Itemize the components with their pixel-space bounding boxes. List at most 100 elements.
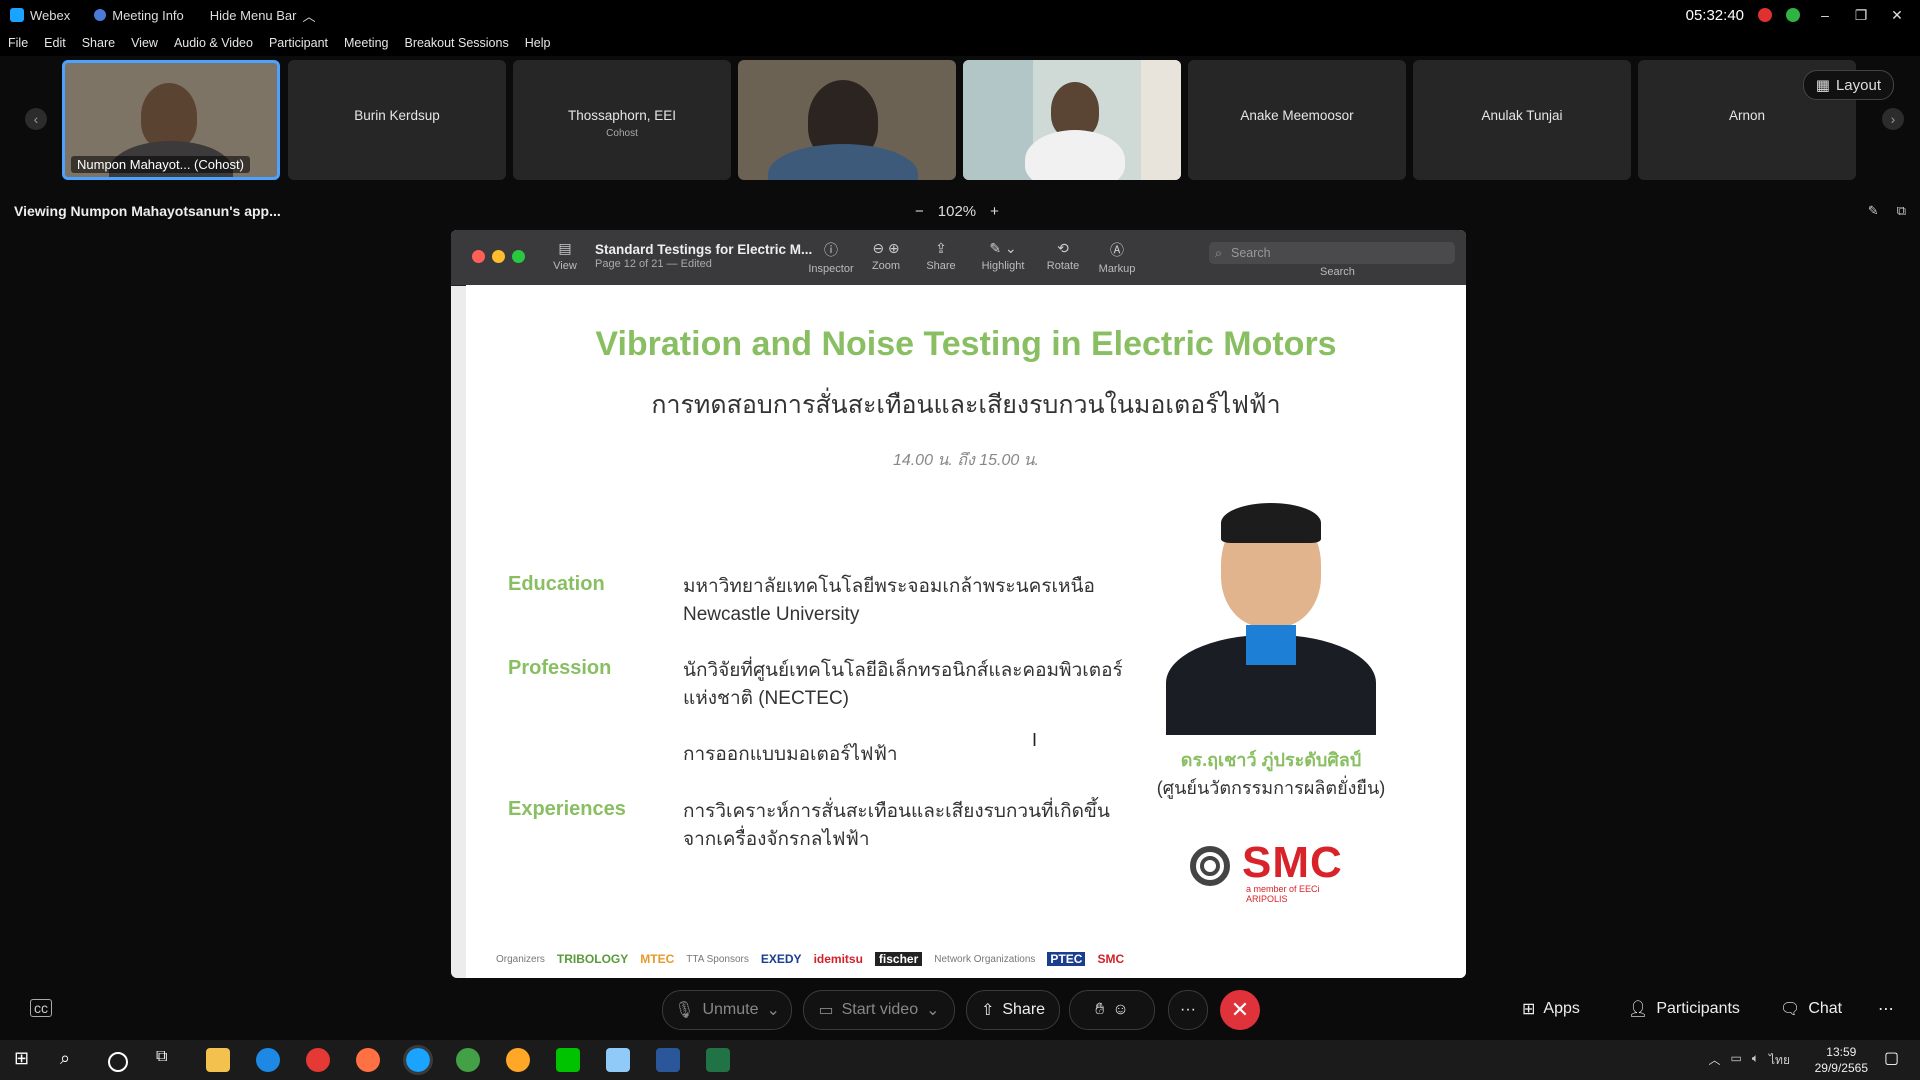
- search-input[interactable]: ⌕ Search: [1209, 242, 1455, 264]
- participant-tile-active-speaker[interactable]: Numpon Mahayot... (Cohost): [62, 60, 280, 180]
- document-title: Standard Testings for Electric M...: [595, 242, 813, 257]
- close-window-icon[interactable]: [472, 250, 485, 263]
- network-icon[interactable]: ▭: [1730, 1051, 1741, 1070]
- share-tool[interactable]: ⇪ Share: [911, 240, 971, 272]
- windows-start-icon[interactable]: ⊞: [14, 1048, 38, 1072]
- firefox-icon[interactable]: [356, 1048, 380, 1072]
- close-icon[interactable]: ✕: [1886, 7, 1908, 24]
- unmute-button[interactable]: 🎙︎ Unmute ⌄: [662, 990, 792, 1030]
- menu-share[interactable]: Share: [82, 36, 115, 50]
- more-options-button[interactable]: ···: [1168, 990, 1208, 1030]
- recording-icon[interactable]: [1758, 8, 1772, 22]
- network-status-icon[interactable]: [1786, 8, 1800, 22]
- panel-more-icon[interactable]: ⋯: [1878, 999, 1894, 1019]
- participant-tile[interactable]: Burin Kerdsup: [288, 60, 506, 180]
- share-button[interactable]: ⇧ Share: [966, 990, 1060, 1030]
- speaker-org: (ศูนย์นวัตกรรมการผลิตยั่งยืน): [1156, 778, 1386, 798]
- chrome-profile-icon[interactable]: [456, 1048, 480, 1072]
- chat-button[interactable]: 🗨︎ Chat: [1780, 999, 1842, 1019]
- raise-hand-icon[interactable]: ✋︎: [1095, 1001, 1104, 1019]
- participant-tile[interactable]: Thossaphorn, EEI Cohost: [513, 60, 731, 180]
- markup-tool[interactable]: Ⓐ Markup: [1087, 240, 1147, 275]
- smc-logo: SMC a member of EECi ARIPOLIS: [1190, 840, 1360, 904]
- word-icon[interactable]: [656, 1048, 680, 1072]
- text-cursor-icon: I: [1032, 730, 1038, 750]
- education-label: Education: [508, 573, 605, 595]
- annotate-icon[interactable]: ✎: [1868, 203, 1879, 219]
- start-video-button[interactable]: ▭ Start video ⌄: [803, 990, 955, 1030]
- zoom-window-icon[interactable]: [512, 250, 525, 263]
- popout-icon[interactable]: ⧉: [1897, 203, 1906, 219]
- speaker-name: ดร.ฤเชาว์ ภู่ประดับศิลป์: [1180, 750, 1362, 770]
- menu-file[interactable]: File: [8, 36, 28, 50]
- zoom-out-button[interactable]: −: [915, 203, 924, 220]
- notifications-icon[interactable]: ▢: [1884, 1048, 1908, 1072]
- apps-button[interactable]: ⊞ Apps: [1522, 999, 1580, 1019]
- inspector-tool[interactable]: ⓘ Inspector: [801, 240, 861, 275]
- viewing-label: Viewing Numpon Mahayotsanun's app...: [14, 203, 281, 219]
- file-explorer-icon[interactable]: [206, 1048, 230, 1072]
- person-icon: 👤︎: [1628, 1001, 1649, 1018]
- menu-audio-video[interactable]: Audio & Video: [174, 36, 253, 50]
- app-icon[interactable]: [506, 1048, 530, 1072]
- taskbar-clock[interactable]: 13:59 29/9/2565: [1815, 1044, 1868, 1076]
- participant-name: Anake Meemoosor: [1240, 108, 1354, 123]
- cortana-icon[interactable]: [108, 1052, 128, 1072]
- minimize-window-icon[interactable]: [492, 250, 505, 263]
- reactions-group[interactable]: ✋︎ ☺: [1069, 990, 1155, 1030]
- participants-button[interactable]: 👤︎ Participants: [1628, 999, 1740, 1019]
- participant-name: Burin Kerdsup: [354, 108, 440, 123]
- webex-app-name[interactable]: Webex: [10, 8, 70, 23]
- menu-bar: File Edit Share View Audio & Video Parti…: [0, 30, 1920, 56]
- mic-muted-icon: 🎙︎: [674, 1002, 695, 1019]
- participant-tile[interactable]: Anake Meemoosor: [1188, 60, 1406, 180]
- participant-video: [141, 83, 197, 149]
- chevron-up-icon: ︿: [302, 8, 316, 24]
- captions-icon[interactable]: cc: [30, 999, 52, 1017]
- menu-edit[interactable]: Edit: [44, 36, 66, 50]
- menu-help[interactable]: Help: [525, 36, 551, 50]
- search-icon[interactable]: ⌕: [60, 1048, 84, 1072]
- volume-icon[interactable]: 🔈︎: [1752, 1051, 1759, 1070]
- view-tool[interactable]: ▤ View: [535, 240, 595, 272]
- chat-icon: 🗨︎: [1780, 1001, 1801, 1018]
- viewing-bar: Viewing Numpon Mahayotsanun's app... − 1…: [0, 198, 1920, 224]
- strip-prev-icon[interactable]: ‹: [25, 108, 47, 130]
- layout-button[interactable]: ▦ Layout: [1802, 70, 1894, 100]
- webex-logo-icon: [10, 8, 24, 22]
- meeting-info-button[interactable]: Meeting Info: [94, 8, 184, 23]
- menu-view[interactable]: View: [131, 36, 158, 50]
- shared-app-window: ▤ View Standard Testings for Electric M..…: [451, 230, 1466, 978]
- tray-chevron-icon[interactable]: ︿: [1708, 1051, 1720, 1070]
- zoom-tool[interactable]: ⊖ ⊕ Zoom: [856, 240, 916, 272]
- minimize-icon[interactable]: –: [1814, 7, 1836, 23]
- restore-icon[interactable]: ❐: [1850, 7, 1872, 24]
- menu-breakout-sessions[interactable]: Breakout Sessions: [404, 36, 508, 50]
- chevron-down-icon: ⌄: [926, 1002, 940, 1019]
- info-icon: ⓘ: [824, 242, 838, 258]
- webex-taskbar-icon[interactable]: [403, 1045, 433, 1075]
- zoom-in-button[interactable]: +: [990, 203, 999, 220]
- hide-menu-bar-button[interactable]: Hide Menu Bar ︿: [210, 6, 316, 25]
- end-meeting-button[interactable]: ✕: [1220, 990, 1260, 1030]
- pen-icon: ✎ ⌄: [989, 240, 1017, 256]
- system-tray: ︿ ▭ 🔈︎ ไทย: [1708, 1051, 1790, 1070]
- participant-strip: ‹ Numpon Mahayot... (Cohost) Burin Kerds…: [0, 56, 1920, 186]
- line-icon[interactable]: [556, 1048, 580, 1072]
- chrome-icon[interactable]: [306, 1048, 330, 1072]
- excel-icon[interactable]: [706, 1048, 730, 1072]
- info-shield-icon: [94, 9, 107, 21]
- participant-tile[interactable]: Anulak Tunjai: [1413, 60, 1631, 180]
- menu-meeting[interactable]: Meeting: [344, 36, 388, 50]
- edge-icon[interactable]: [256, 1048, 280, 1072]
- strip-next-icon[interactable]: ›: [1882, 108, 1904, 130]
- participant-tile-video[interactable]: [963, 60, 1181, 180]
- input-language[interactable]: ไทย: [1769, 1051, 1790, 1070]
- highlight-tool[interactable]: ✎ ⌄ Highlight: [973, 240, 1033, 272]
- menu-participant[interactable]: Participant: [269, 36, 328, 50]
- participant-tile-video[interactable]: [738, 60, 956, 180]
- notepad-icon[interactable]: [606, 1048, 630, 1072]
- rotate-tool[interactable]: ⟲ Rotate: [1033, 240, 1093, 272]
- reactions-icon[interactable]: ☺: [1112, 1001, 1128, 1019]
- task-view-icon[interactable]: ⧉: [156, 1048, 180, 1072]
